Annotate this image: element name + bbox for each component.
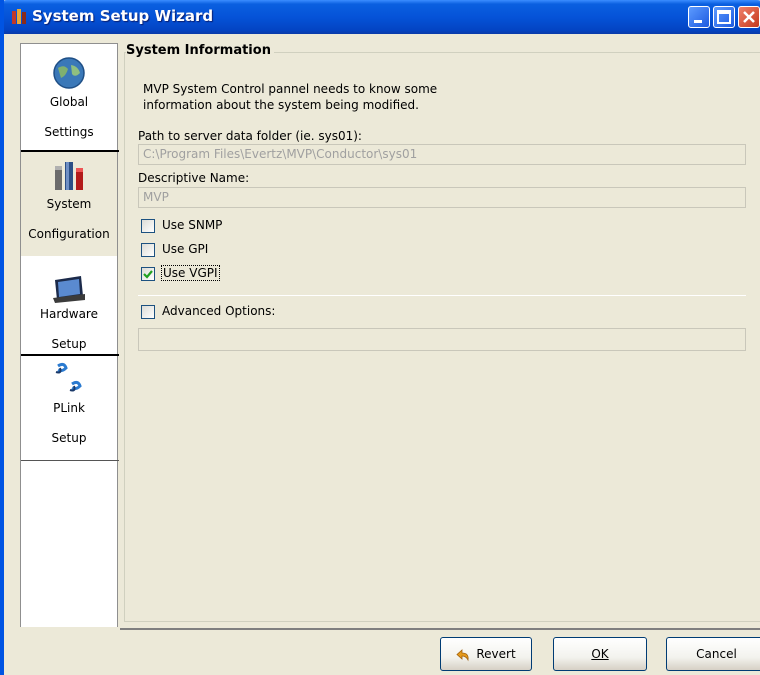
sidebar-item-label: Configuration: [28, 227, 110, 241]
cancel-label: Cancel: [696, 647, 737, 661]
close-button[interactable]: [738, 6, 760, 28]
revert-label: Revert: [476, 647, 516, 661]
wizard-window: System Setup Wizard Global Settings Syst…: [0, 0, 760, 675]
maximize-button[interactable]: [713, 6, 735, 28]
close-icon: [743, 11, 755, 23]
tools-icon: [55, 162, 83, 190]
name-label: Descriptive Name:: [138, 171, 250, 185]
options-divider: [138, 295, 746, 296]
sidebar-item-global-settings[interactable]: Global Settings: [21, 44, 117, 148]
sidebar-divider: [21, 460, 119, 461]
path-field[interactable]: C:\Program Files\Evertz\MVP\Conductor\sy…: [138, 144, 746, 165]
checkmark-icon: [143, 270, 153, 279]
wizard-sidebar: Global Settings System Configuration Har…: [20, 43, 119, 627]
revert-button[interactable]: Revert: [440, 637, 532, 671]
sidebar-item-label: PLink: [53, 401, 85, 415]
app-icon: [12, 9, 26, 24]
advanced-options-checkbox[interactable]: [141, 305, 155, 319]
description-text: information about the system being modif…: [143, 98, 419, 112]
sidebar-item-label: Settings: [44, 125, 94, 139]
sidebar-item-hardware-setup[interactable]: Hardware Setup: [21, 258, 117, 354]
window-title: System Setup Wizard: [32, 7, 214, 25]
use-snmp-label[interactable]: Use SNMP: [162, 218, 222, 232]
use-vgpi-label[interactable]: Use VGPI: [161, 265, 220, 281]
use-gpi-checkbox[interactable]: [141, 243, 155, 257]
ok-label: OK: [591, 647, 609, 661]
undo-icon: [456, 648, 469, 661]
sidebar-item-label: Setup: [51, 337, 87, 351]
title-bar[interactable]: System Setup Wizard: [4, 0, 760, 34]
maximize-icon: [717, 10, 731, 24]
path-label: Path to server data folder (ie. sys01):: [138, 129, 362, 143]
sidebar-item-label: Setup: [51, 431, 87, 445]
descriptive-name-field[interactable]: MVP: [138, 187, 746, 208]
advanced-options-field[interactable]: [138, 328, 746, 351]
sidebar-item-label: Hardware: [40, 307, 98, 321]
use-gpi-label[interactable]: Use GPI: [162, 242, 208, 256]
globe-icon: [53, 57, 85, 89]
link-icon: [55, 362, 82, 392]
monitor-icon: [53, 276, 85, 303]
ok-button[interactable]: OK: [553, 637, 647, 671]
minimize-button[interactable]: [688, 6, 710, 28]
minimize-icon: [694, 20, 702, 23]
use-vgpi-checkbox[interactable]: [141, 267, 155, 281]
sidebar-item-label: Global: [49, 95, 89, 109]
sidebar-item-system-configuration[interactable]: System Configuration: [21, 152, 117, 256]
group-title: System Information: [126, 43, 274, 58]
footer-divider: [120, 628, 760, 630]
sidebar-item-label: System: [46, 197, 92, 211]
use-snmp-checkbox[interactable]: [141, 219, 155, 233]
advanced-options-label[interactable]: Advanced Options:: [162, 304, 275, 318]
sidebar-item-plink-setup[interactable]: PLink Setup: [21, 356, 117, 460]
cancel-button[interactable]: Cancel: [666, 637, 760, 671]
description-text: MVP System Control pannel needs to know …: [143, 82, 438, 96]
